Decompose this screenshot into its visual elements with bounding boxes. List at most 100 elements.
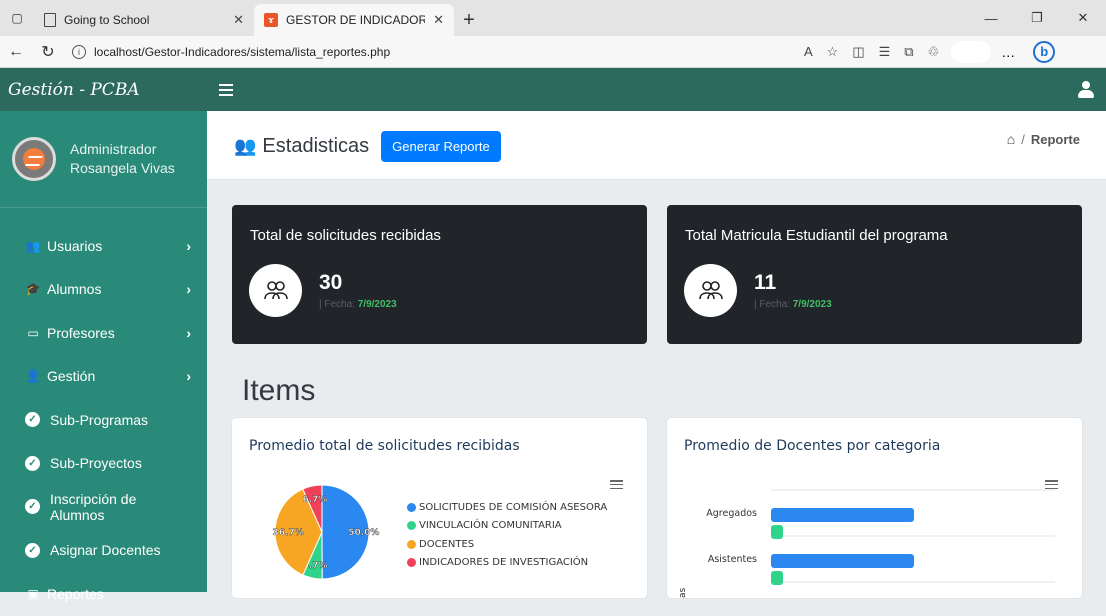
legend-label: DOCENTES [419, 538, 475, 550]
items-heading: Items [242, 374, 316, 407]
pie-data-label: 6.7% [302, 495, 327, 505]
bar-chart-card: Promedio de Docentes por categoria Agreg… [667, 418, 1082, 598]
bar[interactable] [771, 554, 914, 568]
legend-swatch [407, 558, 416, 568]
browser-toolbar: A ☆ ◫ ☰ ⧉ ♲ [804, 44, 939, 60]
tab-actions-icon[interactable]: ▢ [0, 0, 34, 36]
sidebar-item-asignar-docentes[interactable]: ✓ Asignar Docentes [0, 529, 207, 573]
window-controls: — ❐ ✕ [968, 0, 1106, 36]
generate-report-button[interactable]: Generar Reporte [381, 131, 501, 162]
pie-chart-card: Promedio total de solicitudes recibidas … [232, 418, 647, 598]
content-header: 👥 Estadisticas Generar Reporte ⌂ / Repor… [207, 111, 1106, 180]
browser-addressbar: ← ↻ i localhost/Gestor-Indicadores/siste… [0, 36, 1106, 68]
stat-card-solicitudes: Total de solicitudes recibidas 30 | Fech… [232, 205, 647, 344]
stat-card-matricula: Total Matricula Estudiantil del programa… [667, 205, 1082, 344]
bar[interactable] [771, 571, 783, 585]
url-text: localhost/Gestor-Indicadores/sistema/lis… [94, 44, 391, 59]
sidebar-item-sub-programas[interactable]: ✓ Sub-Programas [0, 398, 207, 442]
check-circle-icon: ✓ [25, 542, 40, 558]
back-icon[interactable]: ← [0, 43, 32, 61]
sidebar-item-usuarios[interactable]: 👥 Usuarios › [0, 224, 207, 268]
xampp-icon: ɤ [264, 13, 278, 27]
collections-icon[interactable]: ⧉ [904, 44, 913, 60]
bar[interactable] [771, 525, 783, 539]
sidebar-menu: 👥 Usuarios › 🎓 Alumnos › ▭ Profesores › … [0, 208, 207, 616]
chevron-right-icon: › [186, 324, 191, 341]
new-tab-button[interactable]: + [454, 4, 484, 36]
favorites-icon[interactable]: ☰ [879, 44, 891, 60]
bar-category-label: Asistentes [708, 554, 757, 565]
bar-category-label: Agregados [706, 508, 757, 519]
minimize-icon[interactable]: — [968, 11, 1014, 26]
browser-tabbar: ▢ Going to School ✕ ɤ GESTOR DE INDICADO… [0, 0, 1106, 36]
profile-button[interactable] [951, 40, 992, 63]
hamburger-menu-icon[interactable] [219, 83, 233, 96]
sidebar: Gestión - PCBA Administrador Rosangela V… [0, 68, 207, 602]
close-tab-icon[interactable]: ✕ [433, 12, 444, 28]
user-role: Administrador [70, 141, 157, 157]
pie-legend: SOLICITUDES DE COMISIÓN ASESORA VINCULACI… [407, 498, 607, 572]
browser-tab-gestor[interactable]: ɤ GESTOR DE INDICADORES ✕ [254, 4, 454, 36]
student-icon: 🎓 [25, 282, 41, 297]
bar[interactable] [771, 508, 914, 522]
chart-title: Promedio de Docentes por categoria [684, 438, 941, 454]
page-title-text: Estadisticas [262, 135, 370, 157]
pie-chart: 50.0%6.7%36.7%6.7% [272, 484, 380, 580]
restore-icon[interactable]: ❐ [1014, 10, 1060, 26]
legend-swatch [407, 502, 416, 512]
sidebar-item-alumnos[interactable]: 🎓 Alumnos › [0, 268, 207, 312]
users-icon [684, 264, 737, 317]
user-panel: Administrador Rosangela Vivas [0, 111, 207, 208]
legend-item[interactable]: INDICADORES DE INVESTIGACIÓN [407, 554, 607, 573]
tab-title: GESTOR DE INDICADORES [286, 13, 426, 27]
user-icon[interactable] [1078, 81, 1094, 98]
sidebar-item-profesores[interactable]: ▭ Profesores › [0, 311, 207, 355]
sidebar-item-gestion[interactable]: 👤 Gestión › [0, 355, 207, 399]
chevron-right-icon: › [186, 368, 191, 385]
sidebar-item-reportes[interactable]: ▣ Reportes [0, 572, 207, 616]
refresh-icon[interactable]: ↻ [32, 42, 64, 62]
url-field[interactable]: i localhost/Gestor-Indicadores/sistema/l… [72, 39, 792, 65]
page-title: 👥 Estadisticas Generar Reporte [234, 131, 501, 162]
stat-title: Total de solicitudes recibidas [250, 227, 441, 244]
read-aloud-icon[interactable]: A [804, 44, 813, 60]
sidebar-item-sub-proyectos[interactable]: ✓ Sub-Proyectos [0, 442, 207, 486]
close-window-icon[interactable]: ✕ [1060, 10, 1106, 26]
legend-swatch [407, 539, 416, 549]
legend-item[interactable]: SOLICITUDES DE COMISIÓN ASESORA [407, 498, 607, 517]
legend-label: VINCULACIÓN COMUNITARIA [419, 520, 562, 532]
user-share-icon: 👥 [234, 136, 257, 156]
legend-label: SOLICITUDES DE COMISIÓN ASESORA [419, 501, 608, 513]
chalkboard-teacher-icon: ▭ [27, 325, 39, 340]
pie-data-label: 50.0% [348, 528, 379, 538]
extensions-icon[interactable]: ♲ [928, 44, 940, 60]
top-navbar [207, 68, 1106, 111]
chart-title: Promedio total de solicitudes recibidas [249, 438, 520, 454]
legend-label: INDICADORES DE INVESTIGACIÓN [419, 557, 589, 569]
tab-title: Going to School [64, 13, 150, 27]
more-icon[interactable]: … [1001, 44, 1015, 60]
close-tab-icon[interactable]: ✕ [233, 12, 244, 28]
bing-icon[interactable]: b [1033, 40, 1056, 63]
user-name: Rosangela Vivas [70, 160, 175, 176]
stat-title: Total Matricula Estudiantil del programa [685, 227, 948, 244]
avatar [12, 137, 56, 181]
stat-value: 11 [754, 271, 777, 294]
legend-item[interactable]: DOCENTES [407, 535, 607, 554]
legend-item[interactable]: VINCULACIÓN COMUNITARIA [407, 517, 607, 536]
split-screen-icon[interactable]: ◫ [852, 44, 864, 60]
favorite-star-icon[interactable]: ☆ [827, 44, 839, 60]
user-info: Administrador Rosangela Vivas [70, 140, 175, 178]
document-icon [44, 13, 56, 27]
bar-chart: Agregados Asistentes as [678, 489, 1055, 598]
browser-tab-going-to-school[interactable]: Going to School ✕ [34, 4, 254, 36]
breadcrumb: ⌂ / Reporte [1007, 131, 1080, 147]
stat-value: 30 [319, 271, 343, 294]
brand-logo[interactable]: Gestión - PCBA [0, 68, 207, 111]
home-icon[interactable]: ⌂ [1007, 131, 1015, 147]
chart-menu-icon[interactable] [610, 480, 623, 489]
check-circle-icon: ✓ [25, 412, 40, 428]
chevron-right-icon: › [186, 281, 191, 298]
info-icon[interactable]: i [72, 44, 86, 59]
sidebar-item-inscripcion[interactable]: ✓ Inscripción de Alumnos [0, 485, 207, 529]
